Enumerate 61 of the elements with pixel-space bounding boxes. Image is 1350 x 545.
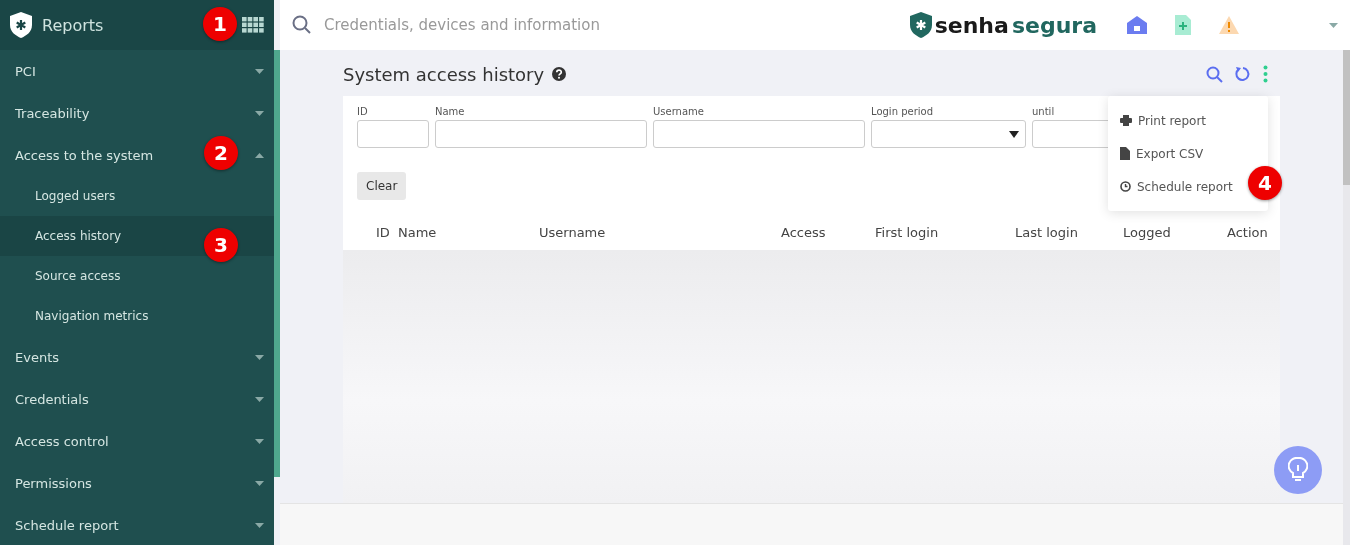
caret-down-icon bbox=[255, 522, 264, 528]
caret-down-icon bbox=[255, 110, 264, 116]
warning-icon[interactable] bbox=[1219, 16, 1239, 34]
caret-down-icon bbox=[255, 396, 264, 402]
filter-label: Username bbox=[653, 106, 705, 117]
sidebar-item[interactable]: Schedule report bbox=[15, 517, 119, 533]
scrollbar-thumb[interactable] bbox=[1343, 50, 1350, 185]
caret-down-icon bbox=[1329, 22, 1338, 28]
column-header: Logged bbox=[1123, 224, 1172, 240]
logo-text: segura bbox=[1011, 12, 1097, 38]
sidebar-item[interactable]: Credentials bbox=[15, 391, 89, 407]
app-title: Reports bbox=[42, 15, 104, 35]
clear-button[interactable]: Clear bbox=[357, 172, 407, 200]
column-header: Name bbox=[398, 224, 438, 240]
input-field[interactable] bbox=[435, 120, 647, 148]
filter-label: Name bbox=[435, 106, 466, 117]
caret-up-icon bbox=[255, 152, 264, 158]
caret-down-icon bbox=[255, 68, 264, 74]
file-plus-icon[interactable] bbox=[1175, 15, 1191, 35]
caret-down-icon bbox=[255, 354, 264, 360]
search-icon[interactable] bbox=[1206, 65, 1223, 83]
column-header: Username bbox=[539, 224, 607, 240]
home-icon[interactable] bbox=[1127, 16, 1147, 34]
menu-item[interactable]: Print report bbox=[1108, 104, 1219, 137]
clock-icon bbox=[1120, 181, 1131, 192]
filter-label: ID bbox=[357, 106, 369, 117]
shield-logo-icon bbox=[909, 12, 932, 38]
caret-down-icon bbox=[255, 438, 264, 444]
lightbulb-button[interactable] bbox=[1274, 446, 1322, 494]
sidebar-subitem[interactable]: Logged users bbox=[0, 176, 274, 216]
sidebar-item[interactable]: Access to the system bbox=[15, 147, 154, 163]
sidebar-item[interactable]: Traceability bbox=[15, 105, 90, 121]
sidebar-item[interactable]: PCI bbox=[15, 63, 36, 79]
sidebar-subitem[interactable]: Navigation metrics bbox=[0, 296, 274, 336]
caret-down-icon bbox=[255, 480, 264, 486]
caret-down-icon bbox=[1009, 130, 1019, 138]
column-header: First login bbox=[875, 224, 940, 240]
page-title: System access history bbox=[343, 63, 545, 85]
column-header: Action bbox=[1227, 224, 1269, 240]
filter-label: Login period bbox=[871, 106, 934, 117]
shield-logo-icon bbox=[10, 12, 32, 38]
menu-item[interactable]: Schedule report bbox=[1108, 170, 1245, 203]
help-icon[interactable] bbox=[552, 67, 567, 81]
search-icon bbox=[292, 15, 312, 35]
filter-label: until bbox=[1032, 106, 1056, 117]
column-header: Access bbox=[781, 224, 827, 240]
sidebar-item[interactable]: Access control bbox=[15, 433, 109, 449]
grid-icon[interactable] bbox=[242, 17, 264, 33]
kebab-menu-icon[interactable] bbox=[1263, 65, 1268, 83]
file-icon bbox=[1120, 147, 1130, 160]
lightbulb-icon bbox=[1288, 457, 1308, 483]
column-header: Last login bbox=[1015, 224, 1079, 240]
sidebar-item[interactable]: Permissions bbox=[15, 475, 92, 491]
column-header: ID bbox=[376, 224, 391, 240]
logo-text: senha bbox=[934, 12, 1009, 38]
input-field[interactable] bbox=[357, 120, 429, 148]
menu-item[interactable]: Export CSV bbox=[1108, 137, 1216, 170]
refresh-icon[interactable] bbox=[1235, 66, 1251, 82]
select-field[interactable] bbox=[871, 120, 1026, 148]
sidebar-item[interactable]: Events bbox=[15, 349, 59, 365]
input-field[interactable] bbox=[653, 120, 865, 148]
